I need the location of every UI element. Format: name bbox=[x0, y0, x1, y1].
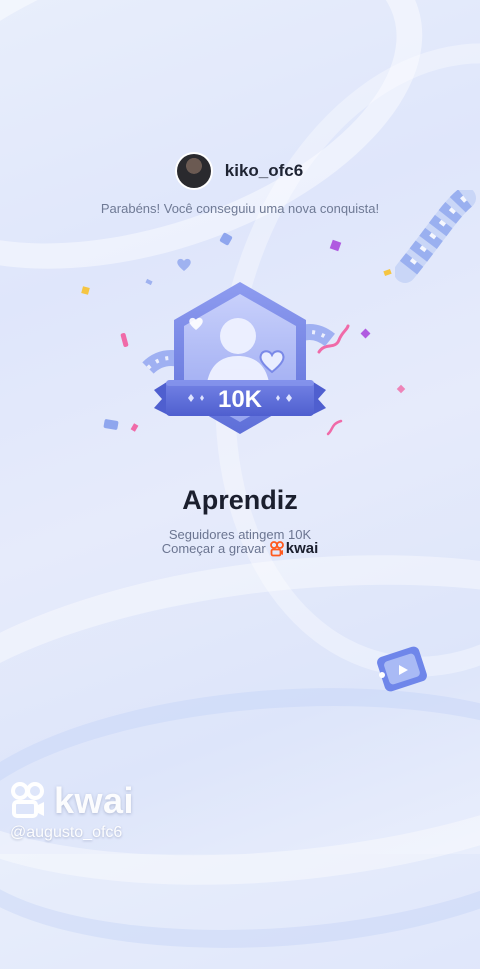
kwai-wordmark: kwai bbox=[285, 540, 319, 557]
start-recording-row[interactable]: Começar a gravar kwai bbox=[0, 540, 480, 557]
badge-value: 10K bbox=[218, 386, 263, 413]
confetti-piece bbox=[329, 239, 342, 252]
kwai-logo-icon bbox=[269, 540, 284, 556]
kwai-logo-icon bbox=[11, 782, 44, 818]
start-recording-label[interactable]: Começar a gravar bbox=[162, 541, 266, 556]
achievement-badge: 10K bbox=[142, 282, 335, 434]
user-avatar[interactable] bbox=[176, 154, 211, 188]
confetti-piece bbox=[383, 268, 392, 277]
confetti-piece bbox=[360, 328, 371, 339]
achievement-title: Aprendiz bbox=[182, 485, 298, 515]
congratulations-message: Parabéns! Você conseguiu uma nova conqui… bbox=[100, 201, 380, 216]
username[interactable]: kiko_ofc6 bbox=[225, 161, 303, 181]
kwai-watermark: kwai @augusto_ofc6 bbox=[10, 780, 134, 842]
confetti-piece bbox=[81, 286, 90, 295]
confetti-piece bbox=[396, 384, 406, 394]
background-swoosh bbox=[0, 518, 480, 922]
film-frame-decoration bbox=[377, 646, 427, 692]
kwai-brand: kwai bbox=[269, 540, 319, 557]
watermark-wordmark: kwai bbox=[54, 780, 135, 821]
watermark-logo: kwai bbox=[10, 780, 134, 822]
watermark-handle: @augusto_ofc6 bbox=[10, 824, 123, 841]
confetti-piece bbox=[219, 232, 233, 246]
profile-row: kiko_ofc6 bbox=[0, 154, 480, 188]
confetti-piece bbox=[120, 332, 129, 348]
confetti-piece bbox=[130, 423, 139, 432]
confetti-piece bbox=[103, 418, 119, 431]
